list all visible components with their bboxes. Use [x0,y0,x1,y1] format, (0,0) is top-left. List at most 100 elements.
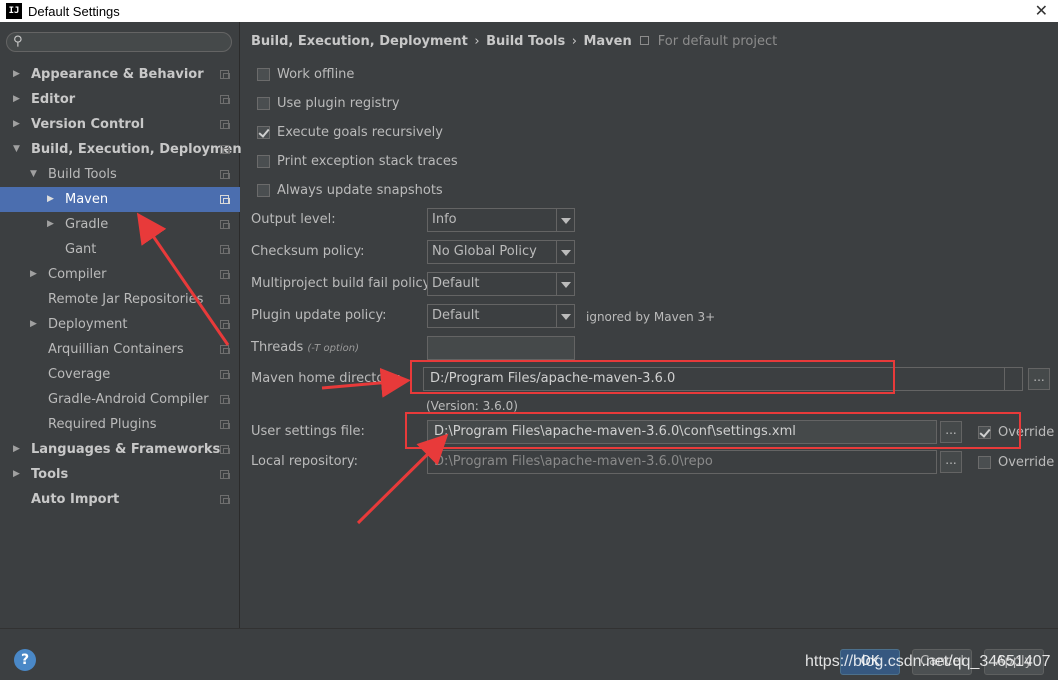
project-config-icon [220,245,230,254]
chevron-down-icon[interactable]: ▼ [30,162,37,187]
plugin-update-policy-value: Default [432,308,480,323]
sidebar-item[interactable]: ▼ Build, Execution, Deployment [0,137,248,162]
checkbox-box[interactable] [257,67,270,81]
local-repository-browse-button[interactable]: ... [940,451,962,473]
checkbox-label: Work offline [277,66,355,82]
sidebar-item[interactable]: ▶ Editor [0,87,240,112]
settings-search-input[interactable]: ⚲ [6,32,232,52]
sidebar-item-label: Required Plugins [48,417,157,432]
sidebar-item[interactable]: Gradle-Android Compiler [0,387,240,412]
always-update-snapshots-checkbox[interactable]: Always update snapshots [257,181,443,199]
project-config-icon [220,345,230,354]
project-config-icon [220,445,230,454]
chevron-down-icon[interactable] [556,273,574,295]
override-label: Override [998,454,1055,470]
chevron-right-icon[interactable]: ▶ [47,187,54,212]
breadcrumb-build-execution: Build, Execution, Deployment [251,34,468,49]
window-title-bar: IJ Default Settings ✕ [0,0,1058,22]
project-config-icon [220,370,230,379]
sidebar-item-label: Compiler [48,267,107,282]
sidebar-item[interactable]: ▶ Compiler [0,262,240,287]
local-repository-override-checkbox[interactable]: Override [978,453,1054,471]
maven-version-text: (Version: 3.6.0) [426,399,518,413]
chevron-right-icon[interactable]: ▶ [30,312,37,337]
project-scope-icon [640,36,650,45]
chevron-down-icon[interactable] [556,241,574,263]
sidebar-item-label: Arquillian Containers [48,342,184,357]
search-icon: ⚲ [13,34,23,49]
plugin-update-policy-dropdown[interactable]: Default [427,304,575,328]
checkbox-label: Use plugin registry [277,95,400,111]
chevron-right-icon[interactable]: ▶ [13,462,20,487]
use-plugin-registry-checkbox[interactable]: Use plugin registry [257,94,400,112]
sidebar-item[interactable]: Auto Import [0,487,240,512]
chevron-right-icon[interactable]: ▶ [30,262,37,287]
project-config-icon [220,395,230,404]
sidebar-item[interactable]: ▼ Build Tools [0,162,240,187]
checkbox-box[interactable] [257,125,270,139]
sidebar-item-label: Version Control [31,117,145,132]
maven-home-browse-button[interactable]: ... [1028,368,1050,390]
work-offline-checkbox[interactable]: Work offline [257,65,354,83]
sidebar-item[interactable]: Remote Jar Repositories [0,287,240,312]
close-window-icon[interactable]: ✕ [1035,0,1048,22]
settings-tree: ▶ Appearance & Behavior ▶ Editor ▶ Version Co… [0,62,248,512]
checkbox-label: Execute goals recursively [277,124,443,140]
checkbox-box[interactable] [257,154,270,168]
chevron-right-icon[interactable]: ▶ [13,112,20,137]
execute-goals-recursively-checkbox[interactable]: Execute goals recursively [257,123,443,141]
sidebar-item-label: Gant [65,242,97,257]
chevron-down-icon[interactable] [1004,368,1022,390]
user-settings-label: User settings file: [251,424,365,439]
chevron-down-icon[interactable]: ▼ [13,137,20,162]
sidebar-item[interactable]: ▶ Deployment [0,312,240,337]
watermark-text: https://blog.csdn.net/qq_34651407 [805,653,1051,670]
local-repository-input[interactable]: D:\Program Files\apache-maven-3.6.0\repo [427,450,937,474]
sidebar-item-label: Editor [31,92,76,107]
sidebar-item-label: Gradle-Android Compiler [48,392,209,407]
checkbox-label: Always update snapshots [277,182,443,198]
project-config-icon [220,70,230,79]
chevron-down-icon[interactable] [556,305,574,327]
local-repository-value: D:\Program Files\apache-maven-3.6.0\repo [434,454,713,469]
sidebar-item[interactable]: Coverage [0,362,240,387]
breadcrumb: Build, Execution, Deployment › Build Too… [251,34,777,49]
sidebar-item[interactable]: ▶ Languages & Frameworks [0,437,240,462]
maven-home-label: Maven home directory: [251,371,401,386]
checkbox-box[interactable] [257,96,270,110]
threads-input[interactable] [427,336,575,360]
breadcrumb-separator: › [571,34,577,49]
output-level-dropdown[interactable]: Info [427,208,575,232]
sidebar-item[interactable]: ▶ Gradle [0,212,240,237]
help-icon[interactable]: ? [14,649,36,671]
chevron-right-icon[interactable]: ▶ [13,62,20,87]
sidebar-item[interactable]: Arquillian Containers [0,337,240,362]
checksum-policy-label: Checksum policy: [251,244,365,259]
chevron-right-icon[interactable]: ▶ [13,437,20,462]
sidebar-item[interactable]: Required Plugins [0,412,240,437]
chevron-down-icon[interactable] [556,209,574,231]
sidebar-item[interactable]: ▶ Version Control [0,112,240,137]
project-config-icon [220,320,230,329]
project-config-icon [220,270,230,279]
project-config-icon [220,120,230,129]
checkbox-box[interactable] [978,455,991,469]
checksum-policy-dropdown[interactable]: No Global Policy [427,240,575,264]
fail-policy-dropdown[interactable]: Default [427,272,575,296]
project-config-icon [220,420,230,429]
sidebar-item[interactable]: ▶ Tools [0,462,240,487]
sidebar-item-label: Languages & Frameworks [31,442,221,457]
checkbox-box[interactable] [257,183,270,197]
chevron-right-icon[interactable]: ▶ [13,87,20,112]
print-stack-traces-checkbox[interactable]: Print exception stack traces [257,152,458,170]
sidebar-item[interactable]: ▶ Appearance & Behavior [0,62,240,87]
breadcrumb-build-tools: Build Tools [486,34,566,49]
project-config-icon [220,470,230,479]
intellij-app-icon: IJ [6,3,22,19]
chevron-right-icon[interactable]: ▶ [47,212,54,237]
breadcrumb-separator: › [474,34,480,49]
sidebar-item[interactable]: Gant [0,237,240,262]
sidebar-item[interactable]: ▶ Maven [0,187,240,212]
settings-sidebar: ⚲ ▶ Appearance & Behavior ▶ Editor ▶ Version … [0,22,248,628]
sidebar-item-label: Maven [65,192,109,207]
